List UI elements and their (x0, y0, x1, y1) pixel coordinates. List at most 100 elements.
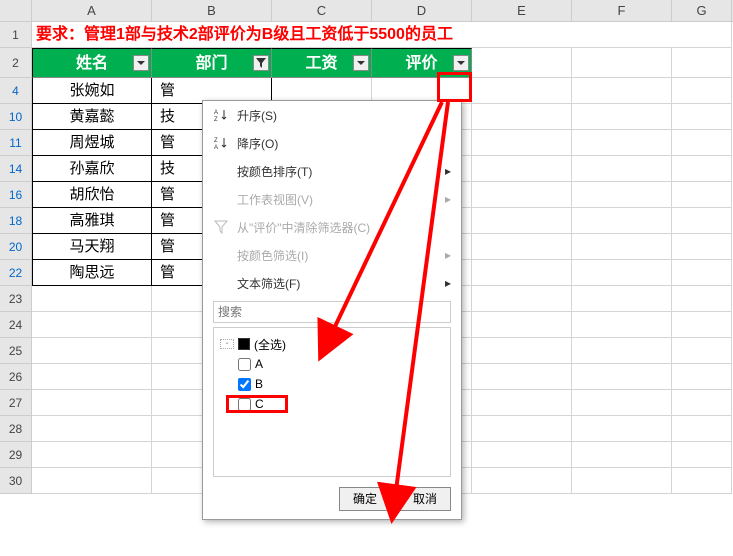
cell-empty[interactable] (572, 338, 672, 364)
row-header-1[interactable]: 1 (0, 22, 32, 48)
cell-empty[interactable] (472, 390, 572, 416)
cell-empty[interactable] (472, 468, 572, 494)
cell-name[interactable]: 陶思远 (32, 260, 152, 286)
cell-empty[interactable] (672, 286, 732, 312)
select-all-corner[interactable] (0, 0, 32, 21)
filter-option-a[interactable]: A (220, 354, 444, 374)
cell-empty[interactable] (32, 364, 152, 390)
cell-empty[interactable] (672, 312, 732, 338)
cell-empty[interactable] (472, 416, 572, 442)
row-header[interactable]: 25 (0, 338, 32, 364)
col-header-c[interactable]: C (272, 0, 372, 21)
filter-button-name[interactable] (133, 55, 149, 71)
cell-empty[interactable] (472, 182, 572, 208)
filter-search-input[interactable] (213, 301, 451, 323)
cell-empty[interactable] (472, 364, 572, 390)
cell-empty[interactable] (472, 104, 572, 130)
filter-button-rating[interactable] (453, 55, 469, 71)
cell-empty[interactable] (672, 130, 732, 156)
filter-button-salary[interactable] (353, 55, 369, 71)
cell-empty[interactable] (472, 442, 572, 468)
row-header[interactable]: 28 (0, 416, 32, 442)
text-filter[interactable]: 文本筛选(F) ▸ (203, 269, 461, 297)
cell-empty[interactable] (572, 442, 672, 468)
row-header[interactable]: 18 (0, 208, 32, 234)
sort-ascending[interactable]: AZ 升序(S) (203, 101, 461, 129)
cell-name[interactable]: 马天翔 (32, 234, 152, 260)
cell-empty[interactable] (472, 130, 572, 156)
cell-empty[interactable] (472, 286, 572, 312)
col-header-a[interactable]: A (32, 0, 152, 21)
cell-empty[interactable] (572, 390, 672, 416)
filter-option-select-all[interactable]: - (全选) (220, 334, 444, 354)
cell-empty[interactable] (672, 182, 732, 208)
cell-empty[interactable] (32, 312, 152, 338)
cell-name[interactable]: 周煜城 (32, 130, 152, 156)
row-header[interactable]: 10 (0, 104, 32, 130)
cell-empty[interactable] (572, 234, 672, 260)
cell-empty[interactable] (472, 312, 572, 338)
cell-f2[interactable] (572, 48, 672, 78)
cell-empty[interactable] (32, 286, 152, 312)
row-header[interactable]: 26 (0, 364, 32, 390)
filter-option-b[interactable]: B (220, 374, 444, 394)
cell-empty[interactable] (672, 156, 732, 182)
cell-empty[interactable] (672, 390, 732, 416)
cell-empty[interactable] (672, 416, 732, 442)
cell-empty[interactable] (672, 442, 732, 468)
cell-empty[interactable] (32, 416, 152, 442)
filter-option-c[interactable]: C (220, 394, 444, 414)
cell-name[interactable]: 孙嘉欣 (32, 156, 152, 182)
col-header-g[interactable]: G (672, 0, 732, 21)
ok-button[interactable]: 确定 (339, 487, 391, 511)
cell-empty[interactable] (472, 234, 572, 260)
cell-empty[interactable] (672, 208, 732, 234)
cell-empty[interactable] (32, 442, 152, 468)
cell-empty[interactable] (572, 208, 672, 234)
row-header-2[interactable]: 2 (0, 48, 32, 78)
col-header-d[interactable]: D (372, 0, 472, 21)
row-header[interactable]: 29 (0, 442, 32, 468)
cell-empty[interactable] (572, 364, 672, 390)
cell-name[interactable]: 张婉如 (32, 78, 152, 104)
cancel-button[interactable]: 取消 (399, 487, 451, 511)
checkbox-a[interactable] (238, 358, 251, 371)
cell-empty[interactable] (572, 312, 672, 338)
cell-empty[interactable] (572, 286, 672, 312)
cell-g2[interactable] (672, 48, 732, 78)
cell-empty[interactable] (572, 130, 672, 156)
cell-empty[interactable] (572, 156, 672, 182)
cell-empty[interactable] (572, 260, 672, 286)
cell-empty[interactable] (672, 104, 732, 130)
row-header[interactable]: 14 (0, 156, 32, 182)
row-header[interactable]: 22 (0, 260, 32, 286)
cell-empty[interactable] (472, 208, 572, 234)
cell-empty[interactable] (572, 104, 672, 130)
cell-empty[interactable] (572, 416, 672, 442)
row-header[interactable]: 16 (0, 182, 32, 208)
col-header-b[interactable]: B (152, 0, 272, 21)
row-header[interactable]: 23 (0, 286, 32, 312)
cell-empty[interactable] (32, 390, 152, 416)
cell-empty[interactable] (572, 78, 672, 104)
tree-toggle-icon[interactable]: - (220, 339, 234, 349)
col-header-e[interactable]: E (472, 0, 572, 21)
cell-empty[interactable] (672, 234, 732, 260)
cell-e2[interactable] (472, 48, 572, 78)
cell-empty[interactable] (572, 468, 672, 494)
filter-button-dept[interactable] (253, 55, 269, 71)
row-header[interactable]: 24 (0, 312, 32, 338)
cell-empty[interactable] (672, 260, 732, 286)
checkbox-c[interactable] (238, 398, 251, 411)
checkbox-b[interactable] (238, 378, 251, 391)
cell-empty[interactable] (672, 338, 732, 364)
cell-empty[interactable] (672, 468, 732, 494)
cell-empty[interactable] (32, 468, 152, 494)
row-header[interactable]: 11 (0, 130, 32, 156)
row-header[interactable]: 30 (0, 468, 32, 494)
row-header[interactable]: 27 (0, 390, 32, 416)
cell-empty[interactable] (472, 78, 572, 104)
cell-empty[interactable] (32, 338, 152, 364)
cell-name[interactable]: 胡欣怡 (32, 182, 152, 208)
cell-empty[interactable] (472, 338, 572, 364)
